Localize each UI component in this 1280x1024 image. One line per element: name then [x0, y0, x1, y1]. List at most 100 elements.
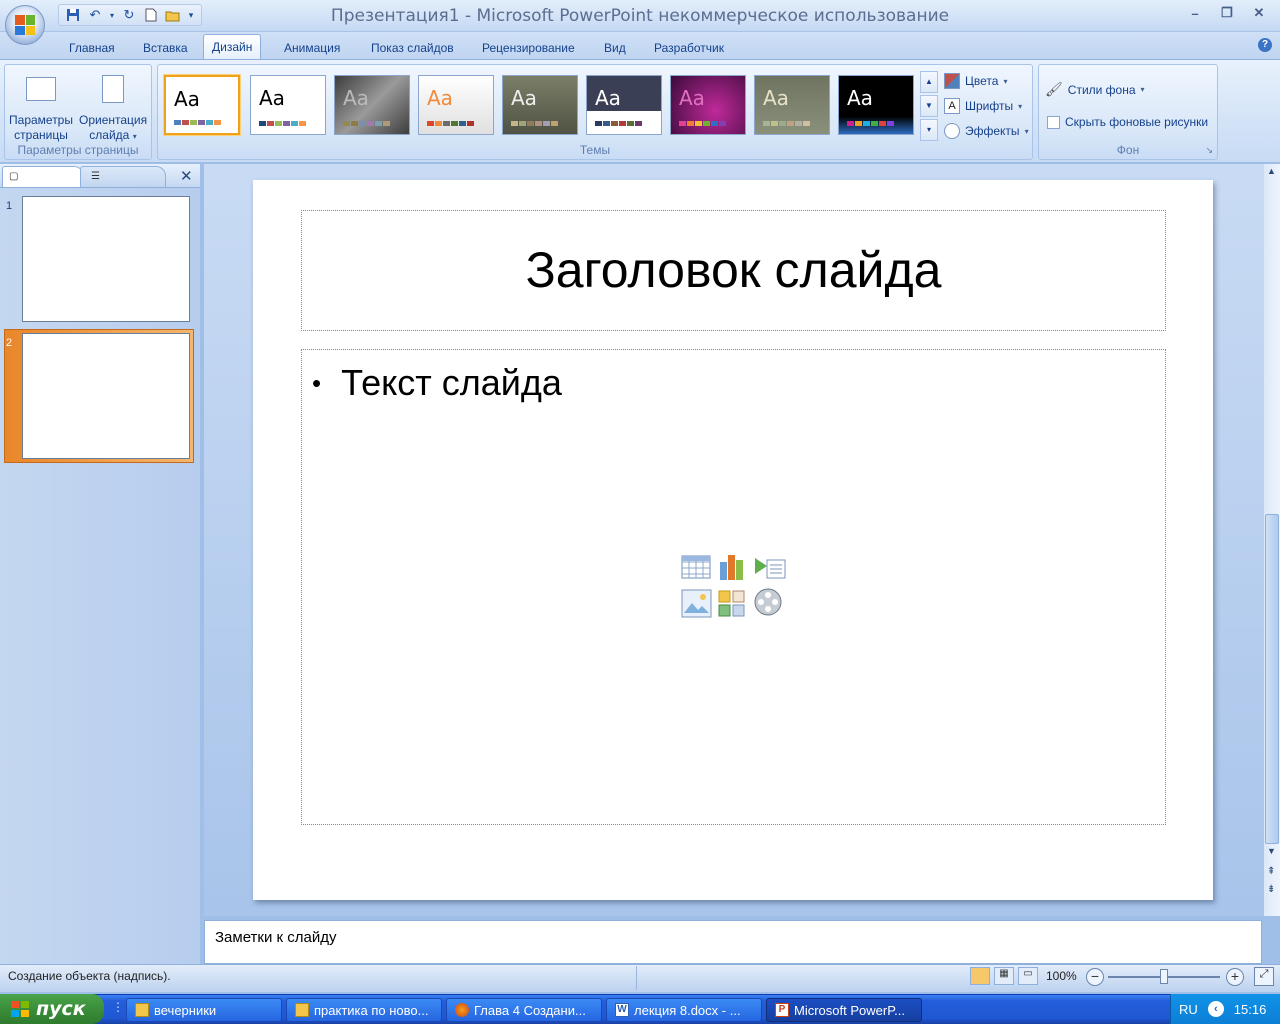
themes-scroll-down-icon[interactable]: ▼ — [920, 95, 938, 117]
theme-sample-text: Aa — [511, 86, 537, 110]
theme-7[interactable]: Aa — [670, 75, 746, 135]
start-button[interactable]: пуск — [0, 994, 104, 1024]
insert-picture-icon[interactable] — [681, 589, 712, 618]
theme-sample-text: Aa — [427, 86, 453, 110]
system-tray: RU ‹ 15:16 — [1170, 994, 1280, 1024]
tab-design[interactable]: Дизайн — [203, 34, 262, 60]
windows-logo-icon — [11, 1001, 29, 1017]
zoom-slider-thumb[interactable] — [1160, 969, 1168, 984]
theme-2[interactable]: Aa — [250, 75, 326, 135]
tab-animation[interactable]: Анимация — [276, 38, 348, 60]
notes-area[interactable]: Заметки к слайду — [204, 920, 1262, 964]
slide-number: 1 — [6, 200, 13, 212]
theme-sample-text: Aa — [847, 86, 873, 110]
quick-launch-handle-icon[interactable]: ⋮ — [112, 1000, 124, 1014]
theme-fonts-label: Шрифты — [965, 99, 1014, 113]
outline-tab-icon: ☰ — [91, 171, 100, 182]
insert-table-icon[interactable] — [681, 554, 712, 581]
theme-5[interactable]: Aa — [502, 75, 578, 135]
taskbar-item-label: Глава 4 Создани... — [474, 1002, 586, 1018]
theme-4[interactable]: Aa — [418, 75, 494, 135]
theme-sample-text: Aa — [343, 86, 369, 110]
theme-sample-text: Aa — [174, 87, 200, 111]
office-button[interactable] — [5, 5, 45, 45]
tab-review[interactable]: Рецензирование — [474, 38, 583, 60]
theme-effects-button[interactable]: Эффекты ▾ — [944, 123, 1029, 139]
page-setup-button[interactable]: Параметры страницы — [7, 69, 75, 143]
next-slide-icon[interactable]: ⇟ — [1267, 884, 1275, 895]
taskbar-item-folder-1[interactable]: вечерники — [126, 998, 282, 1022]
tab-view[interactable]: Вид — [596, 38, 634, 60]
previous-slide-icon[interactable]: ⇞ — [1267, 866, 1275, 877]
background-styles-icon: 🖌 — [1045, 81, 1063, 97]
close-icon[interactable]: ✕ — [1246, 4, 1272, 22]
minimize-icon[interactable]: – — [1182, 4, 1208, 22]
page-setup-label-2: страницы — [14, 128, 68, 142]
window-title: Презентация1 - Microsoft PowerPoint неко… — [330, 6, 950, 26]
insert-media-icon[interactable] — [753, 587, 784, 616]
taskbar-item-folder-2[interactable]: практика по ново... — [286, 998, 442, 1022]
chevron-down-icon: ▾ — [1003, 76, 1008, 86]
themes-scroll-up-icon[interactable]: ▲ — [920, 71, 938, 93]
slideshow-view-icon[interactable]: ▭ — [1018, 967, 1038, 985]
insert-chart-icon[interactable] — [717, 552, 748, 580]
theme-3[interactable]: Aa — [334, 75, 410, 135]
chevron-down-icon: ▾ — [1024, 126, 1029, 136]
tab-outline[interactable]: ☰ — [80, 166, 166, 187]
close-pane-icon[interactable]: ✕ — [180, 167, 193, 185]
theme-sample-text: Aa — [679, 86, 705, 110]
bullet-text: Текст слайда — [341, 362, 562, 403]
scroll-up-icon[interactable]: ▲ — [1267, 166, 1276, 176]
window-controls: – ❐ ✕ — [1182, 4, 1272, 22]
slide-thumbnail-1[interactable] — [22, 196, 190, 322]
theme-colors-label: Цвета — [965, 74, 999, 88]
orientation-label-2: слайда — [89, 128, 130, 142]
slide-thumbnail-2[interactable] — [22, 333, 190, 459]
theme-fonts-button[interactable]: A Шрифты ▾ — [944, 98, 1022, 114]
zoom-in-icon[interactable]: + — [1226, 968, 1244, 986]
folder-icon — [295, 1003, 309, 1017]
language-indicator[interactable]: RU — [1179, 1002, 1198, 1017]
taskbar-item-word[interactable]: W лекция 8.docx - ... — [606, 998, 762, 1022]
tab-home[interactable]: Главная — [61, 38, 123, 60]
taskbar-item-powerpoint[interactable]: P Microsoft PowerP... — [766, 998, 922, 1022]
theme-office[interactable]: Aa — [163, 74, 241, 136]
theme-8[interactable]: Aa — [754, 75, 830, 135]
fit-to-window-icon[interactable]: ⤢ — [1254, 967, 1274, 986]
hide-background-graphics-checkbox[interactable]: Скрыть фоновые рисунки — [1047, 115, 1208, 129]
theme-sample-text: Aa — [259, 86, 285, 110]
tab-slideshow[interactable]: Показ слайдов — [363, 38, 462, 60]
slide-sorter-icon[interactable]: ▦ — [994, 967, 1014, 985]
insert-smartart-icon[interactable] — [753, 554, 786, 581]
taskbar-item-label: практика по ново... — [314, 1002, 429, 1018]
dialog-launcher-icon[interactable]: ↘ — [1205, 145, 1213, 156]
background-styles-button[interactable]: 🖌 Стили фона ▾ — [1045, 81, 1145, 98]
chevron-down-icon: ▾ — [1018, 101, 1023, 111]
ribbon-tabs: Главная Вставка Дизайн Анимация Показ сл… — [0, 32, 1280, 60]
zoom-out-icon[interactable]: − — [1086, 968, 1104, 986]
taskbar-item-label: Microsoft PowerP... — [794, 1002, 906, 1018]
themes-more-icon[interactable]: ▾ — [920, 119, 938, 141]
tab-developer[interactable]: Разработчик — [646, 38, 732, 60]
checkbox-icon — [1047, 115, 1060, 129]
theme-9[interactable]: Aa — [838, 75, 914, 135]
zoom-level[interactable]: 100% — [1046, 969, 1077, 983]
title-placeholder[interactable]: Заголовок слайда — [301, 210, 1166, 331]
scroll-down-icon[interactable]: ▼ — [1267, 846, 1276, 856]
taskbar-item-firefox[interactable]: Глава 4 Создани... — [446, 998, 602, 1022]
slide-orientation-button[interactable]: Ориентация слайда ▾ — [79, 69, 147, 144]
theme-sample-text: Aa — [595, 86, 621, 110]
normal-view-icon[interactable] — [970, 967, 990, 985]
restore-icon[interactable]: ❐ — [1214, 4, 1240, 22]
tab-insert[interactable]: Вставка — [135, 38, 196, 60]
theme-colors-button[interactable]: Цвета ▾ — [944, 73, 1007, 89]
chevron-down-icon: ▾ — [1140, 85, 1145, 94]
insert-clipart-icon[interactable] — [717, 589, 748, 617]
help-icon[interactable]: ? — [1258, 38, 1272, 52]
tab-slides[interactable]: ▢ — [2, 166, 84, 187]
vertical-scrollbar[interactable]: ▲ ▼ ⇞ ⇟ — [1264, 164, 1280, 916]
theme-6[interactable]: Aa — [586, 75, 662, 135]
scrollbar-thumb[interactable] — [1265, 514, 1279, 844]
content-placeholder[interactable]: • Текст слайда — [301, 349, 1166, 825]
tray-expand-icon[interactable]: ‹ — [1207, 1001, 1224, 1017]
